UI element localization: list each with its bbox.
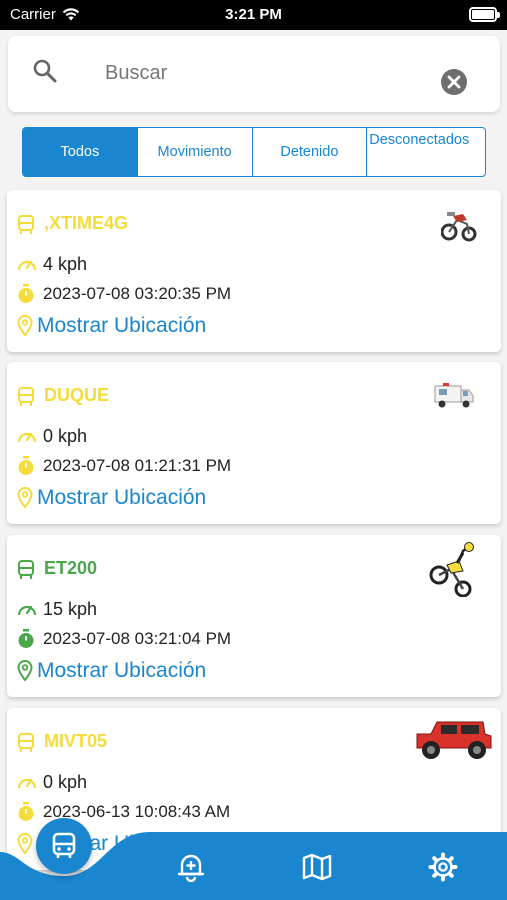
speed-row: 0 kph bbox=[17, 426, 87, 447]
gear-icon bbox=[428, 852, 458, 882]
speedometer-icon bbox=[17, 260, 37, 270]
vehicle-card[interactable]: DUQUE 0 kph 2023-07-08 01:21:31 PM Mostr… bbox=[7, 362, 501, 524]
vehicle-card[interactable]: ET200 15 kph 2023-07-08 03:21:04 PM Most… bbox=[7, 535, 501, 697]
search-bar[interactable]: Buscar bbox=[8, 36, 500, 112]
vehicle-name: MIVT05 bbox=[44, 731, 108, 751]
search-input[interactable]: Buscar bbox=[105, 62, 167, 85]
show-location-label[interactable]: Mostrar Ubicación bbox=[37, 486, 206, 510]
search-icon bbox=[33, 59, 57, 83]
vehicle-speed: 0 kph bbox=[43, 426, 88, 446]
ambulance-icon bbox=[434, 383, 474, 408]
nav-settings-button[interactable] bbox=[427, 852, 459, 882]
show-location-link[interactable]: Mostrar Ubicación bbox=[17, 659, 206, 683]
datetime-row: 2023-07-08 03:20:35 PM bbox=[17, 284, 231, 304]
vehicle-datetime: 2023-07-08 03:20:35 PM bbox=[43, 284, 232, 303]
tab-movimiento[interactable]: Movimiento bbox=[138, 128, 253, 176]
datetime-row: 2023-07-08 03:21:04 PM bbox=[17, 629, 231, 649]
speed-row: 15 kph bbox=[17, 599, 97, 620]
speedometer-icon bbox=[17, 432, 37, 442]
clock: 3:21 PM bbox=[225, 6, 282, 23]
stopwatch-icon bbox=[18, 629, 34, 648]
vehicle-name: DUQUE bbox=[44, 385, 110, 405]
vehicle-card[interactable]: ,XTIME4G 4 kph 2023-07-08 03:20:35 PM Mo… bbox=[7, 190, 501, 352]
vehicle-status-icon bbox=[18, 733, 34, 752]
tab-todos[interactable]: Todos bbox=[23, 128, 138, 176]
speed-row: 0 kph bbox=[17, 772, 87, 793]
speedometer-icon bbox=[17, 778, 37, 788]
datetime-row: 2023-07-08 01:21:31 PM bbox=[17, 456, 231, 476]
location-pin-icon bbox=[17, 315, 33, 337]
battery-icon bbox=[469, 7, 500, 22]
nav-map-button[interactable] bbox=[301, 852, 333, 882]
status-filter-tabs: Todos Movimiento Detenido Desconectados bbox=[22, 127, 486, 177]
clear-search-icon[interactable] bbox=[440, 68, 468, 96]
stopwatch-icon bbox=[18, 456, 34, 475]
vehicle-speed: 15 kph bbox=[43, 599, 98, 619]
tab-desconectados[interactable]: Desconectados bbox=[367, 128, 485, 176]
bus-icon bbox=[52, 832, 76, 858]
vehicle-datetime: 2023-07-08 03:21:04 PM bbox=[43, 629, 232, 648]
vehicle-status-icon bbox=[18, 215, 34, 234]
speed-row: 4 kph bbox=[17, 254, 87, 275]
vehicle-speed: 4 kph bbox=[43, 254, 88, 274]
vehicle-name: ,XTIME4G bbox=[44, 213, 129, 233]
vehicle-name: ET200 bbox=[44, 558, 98, 578]
show-location-label[interactable]: Mostrar Ubicación bbox=[37, 314, 206, 338]
stopwatch-icon bbox=[18, 284, 34, 303]
nav-vehicles-button[interactable] bbox=[36, 818, 92, 874]
tab-detenido[interactable]: Detenido bbox=[253, 128, 368, 176]
vehicle-status-icon bbox=[18, 560, 34, 579]
motorbike-rider-icon bbox=[429, 542, 474, 597]
nav-alerts-button[interactable] bbox=[175, 852, 207, 882]
map-icon bbox=[302, 853, 332, 881]
speedometer-icon bbox=[17, 605, 37, 615]
show-location-link[interactable]: Mostrar Ubicación bbox=[17, 314, 206, 338]
location-pin-icon bbox=[17, 660, 33, 682]
bell-add-icon bbox=[177, 854, 205, 882]
status-bar: Carrier 3:21 PM bbox=[0, 0, 507, 30]
stopwatch-icon bbox=[18, 802, 34, 821]
vehicle-status-icon bbox=[18, 387, 34, 406]
location-pin-icon bbox=[17, 487, 33, 509]
dirt-bike-icon bbox=[441, 212, 477, 242]
red-jeep-icon bbox=[416, 721, 492, 759]
vehicle-speed: 0 kph bbox=[43, 772, 88, 792]
datetime-row: 2023-06-13 10:08:43 AM bbox=[17, 802, 230, 822]
show-location-link[interactable]: Mostrar Ubicación bbox=[17, 486, 206, 510]
vehicle-datetime: 2023-07-08 01:21:31 PM bbox=[43, 456, 232, 475]
show-location-label[interactable]: Mostrar Ubicación bbox=[37, 659, 206, 683]
